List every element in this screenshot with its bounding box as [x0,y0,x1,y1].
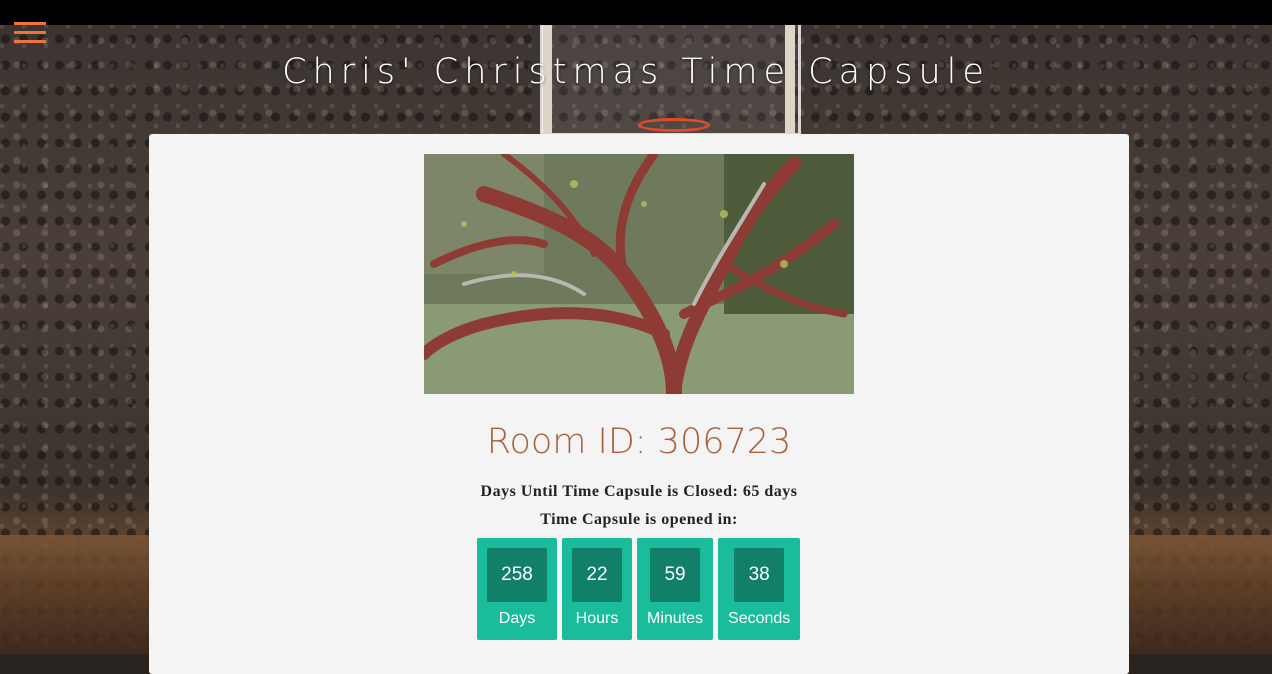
countdown-label: Seconds [728,610,791,627]
countdown-seconds: 38 Seconds [718,538,801,640]
basketball-rim [638,118,710,132]
countdown-label: Days [498,610,536,627]
countdown-value: 22 [572,548,622,602]
countdown-hours: 22 Hours [562,538,632,640]
capsule-photo [424,154,854,394]
countdown-label: Hours [575,610,619,627]
page-title: Chris' Christmas Time Capsule [282,52,990,92]
opened-in-label: Time Capsule is opened in: [540,511,738,528]
countdown-days: 258 Days [477,538,557,640]
countdown-minutes: 59 Minutes [637,538,714,640]
countdown-timer: 258 Days 22 Hours 59 Minutes 38 Seconds [477,538,801,640]
countdown-value: 59 [650,548,701,602]
countdown-label: Minutes [647,610,704,627]
countdown-value: 258 [487,548,547,602]
hamburger-menu-icon[interactable] [14,22,46,46]
countdown-value: 38 [734,548,785,602]
top-bar [0,0,1272,25]
capsule-card: Room ID: 306723 Days Until Time Capsule … [149,134,1129,674]
days-until-closed: Days Until Time Capsule is Closed: 65 da… [480,483,798,500]
room-id: Room ID: 306723 [486,422,792,462]
